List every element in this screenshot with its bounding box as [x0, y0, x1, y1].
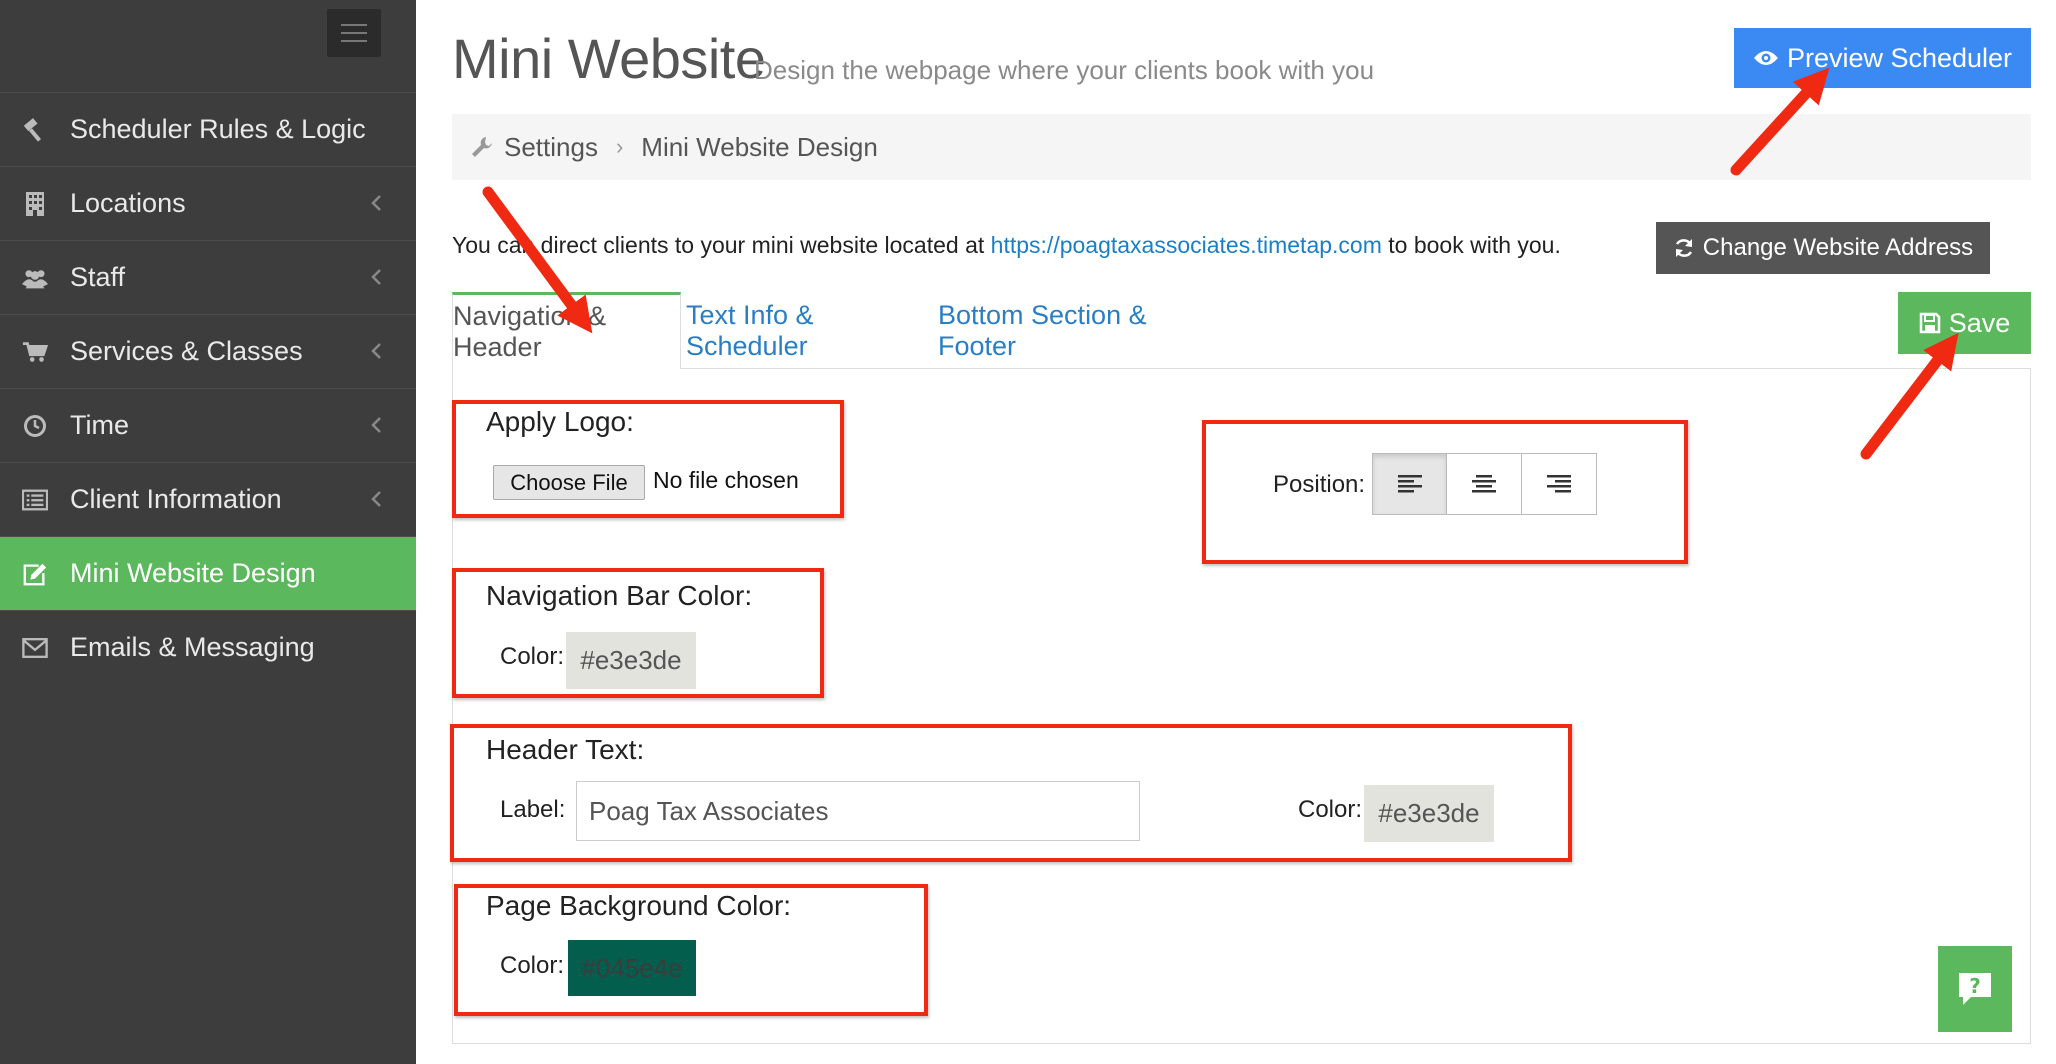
- help-chat-button[interactable]: ?: [1938, 946, 2012, 1032]
- arrow-to-navigation-tab: [482, 186, 593, 334]
- question-chat-icon: ?: [1959, 973, 1991, 1005]
- arrow-to-save-button: [1860, 332, 1959, 460]
- annotation-arrows: [482, 67, 1959, 460]
- arrow-to-preview-button: [1730, 67, 1830, 176]
- svg-text:?: ?: [1969, 974, 1981, 998]
